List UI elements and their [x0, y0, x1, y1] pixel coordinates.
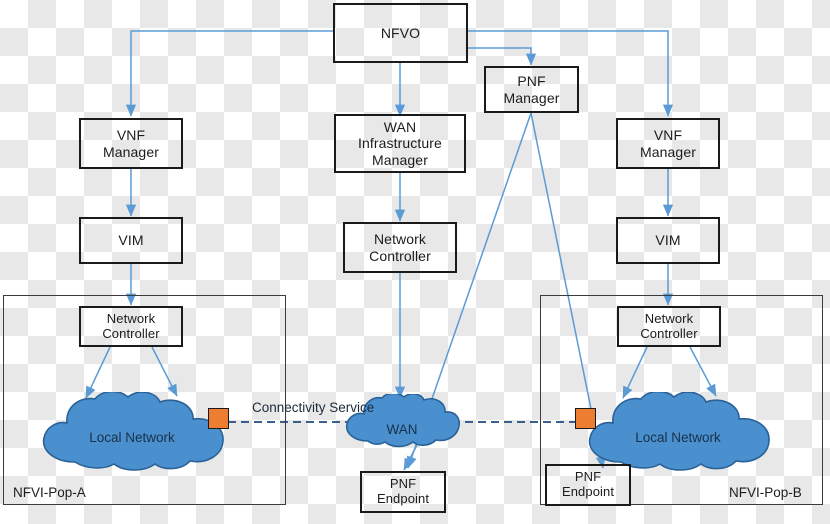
cloud-local-network-left: Local Network — [34, 390, 230, 472]
diagram-canvas: NFVI-Pop-A NFVI-Pop-B Local Network WAN … — [0, 0, 830, 524]
link-nfvo-to-pnfm — [468, 47, 537, 66]
link-nfvo-to-vnfm-left — [125, 30, 333, 117]
node-pnf-endpoint-center[interactable]: PNF Endpoint — [360, 471, 446, 513]
node-pnf-manager[interactable]: PNF Manager — [484, 66, 579, 113]
node-network-controller-left[interactable]: Network Controller — [79, 306, 183, 347]
node-pnf-endpoint-right[interactable]: PNF Endpoint — [545, 464, 631, 506]
node-vim-right[interactable]: VIM — [616, 217, 720, 264]
node-wan-infrastructure-manager[interactable]: WAN Infrastructure Manager — [334, 114, 466, 173]
label-connectivity-service: Connectivity Service — [252, 400, 375, 415]
node-network-controller-right[interactable]: Network Controller — [617, 306, 721, 347]
node-network-controller-center[interactable]: Network Controller — [343, 222, 457, 273]
label-nfvi-pop-b: NFVI-Pop-B — [729, 485, 802, 500]
node-vim-left[interactable]: VIM — [79, 217, 183, 264]
endpoint-port-left — [208, 408, 229, 429]
endpoint-port-right — [575, 408, 596, 429]
cloud-local-network-right: Local Network — [580, 390, 776, 472]
label-nfvi-pop-a: NFVI-Pop-A — [13, 485, 86, 500]
node-vnf-manager-left[interactable]: VNF Manager — [79, 118, 183, 169]
node-nfvo[interactable]: NFVO — [333, 3, 468, 63]
node-vnf-manager-right[interactable]: VNF Manager — [616, 118, 720, 169]
